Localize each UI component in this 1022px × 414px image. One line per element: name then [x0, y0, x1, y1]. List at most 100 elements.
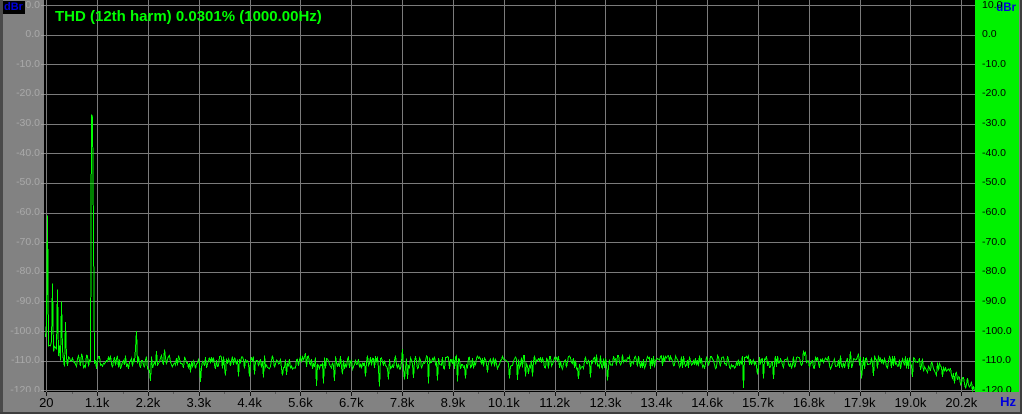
y-axis-tick-label: -10.0 — [0, 59, 40, 70]
x-axis-minor-tick — [783, 392, 784, 394]
x-axis-minor-tick — [123, 392, 124, 394]
y-axis-tick-label: -100.0 — [0, 326, 40, 337]
y-axis-tick-mark — [41, 213, 44, 214]
bottom-axis-unit-label: Hz — [1000, 395, 1016, 409]
x-axis-major-tick — [707, 392, 708, 396]
spectrum-trace — [46, 115, 975, 392]
y-axis-tick-mark — [41, 331, 44, 332]
x-axis-minor-tick — [224, 392, 225, 394]
x-axis-minor-tick — [580, 392, 581, 394]
window-left-edge — [0, 0, 3, 414]
x-axis-minor-tick — [326, 392, 327, 394]
x-axis-major-tick — [555, 392, 556, 396]
y-axis-tick-mark — [41, 361, 44, 362]
x-axis-minor-tick — [275, 392, 276, 394]
y-axis-tick-mark — [41, 64, 44, 65]
spectrum-analyzer-window: THD (12th harm) 0.0301% (1000.00Hz) 10.0… — [0, 0, 1022, 414]
y-axis-tick-mark — [41, 242, 44, 243]
x-axis-minor-tick — [885, 392, 886, 394]
x-axis-major-tick — [402, 392, 403, 396]
x-axis-major-tick — [199, 392, 200, 396]
spectrum-plot-svg — [44, 0, 975, 392]
x-axis-minor-tick — [834, 392, 835, 394]
x-axis-tick-label: 1.1k — [72, 396, 122, 410]
x-axis-major-tick — [504, 392, 505, 396]
meter-scale-label: -70.0 — [982, 237, 1006, 248]
meter-scale-label: -110.0 — [982, 355, 1011, 366]
y-axis-tick-label: -70.0 — [0, 237, 40, 248]
x-axis-tick-label: 17.9k — [835, 396, 885, 410]
grid-lines — [44, 0, 975, 392]
x-axis-tick-label: 7.8k — [377, 396, 427, 410]
meter-scale-label: -20.0 — [982, 88, 1006, 99]
x-axis-major-tick — [860, 392, 861, 396]
meter-scale-label: -10.0 — [982, 59, 1006, 70]
meter-scale-label: -40.0 — [982, 148, 1006, 159]
y-axis-tick-label: -60.0 — [0, 207, 40, 218]
meter-scale-label: -80.0 — [982, 266, 1006, 277]
y-axis-tick-mark — [41, 124, 44, 125]
thd-readout: THD (12th harm) 0.0301% (1000.00Hz) — [55, 8, 322, 25]
x-axis-tick-label: 14.6k — [682, 396, 732, 410]
y-axis-tick-label: -30.0 — [0, 118, 40, 129]
x-axis-major-tick — [453, 392, 454, 396]
y-axis-tick-label: -50.0 — [0, 177, 40, 188]
x-axis-major-tick — [351, 392, 352, 396]
meter-scale-label: 0.0 — [982, 29, 997, 40]
x-axis-tick-label: 5.6k — [275, 396, 325, 410]
x-axis-tick-label: 2.2k — [123, 396, 173, 410]
meter-scale-label: -100.0 — [982, 326, 1012, 337]
y-axis-tick-mark — [41, 183, 44, 184]
x-axis-tick-label: 4.4k — [225, 396, 275, 410]
meter-scale-label: -30.0 — [982, 118, 1006, 129]
x-axis-minor-tick — [733, 392, 734, 394]
x-axis-minor-tick — [428, 392, 429, 394]
x-axis-major-tick — [809, 392, 810, 396]
x-axis-tick-label: 10.1k — [479, 396, 529, 410]
y-axis-tick-mark — [41, 272, 44, 273]
x-axis-tick-label: 8.9k — [428, 396, 478, 410]
y-axis-tick-mark — [41, 301, 44, 302]
left-axis-unit-label: dBr — [2, 1, 25, 14]
x-axis-major-tick — [605, 392, 606, 396]
x-axis-tick-label: 15.7k — [733, 396, 783, 410]
x-axis-minor-tick — [682, 392, 683, 394]
x-axis-minor-tick — [377, 392, 378, 394]
x-axis-tick-label: 19.0k — [885, 396, 935, 410]
y-axis-tick-label: 0.0 — [0, 29, 40, 40]
x-axis-major-tick — [656, 392, 657, 396]
x-axis-minor-tick — [936, 392, 937, 394]
meter-scale-label: 10.0 — [982, 0, 1002, 11]
level-meter-bar: dBr 10.00.0-10.0-20.0-30.0-40.0-50.0-60.… — [975, 0, 1019, 392]
spectrum-plot-area: THD (12th harm) 0.0301% (1000.00Hz) — [44, 0, 975, 392]
meter-scale-label: -50.0 — [982, 177, 1006, 188]
x-axis-tick-label: 3.3k — [174, 396, 224, 410]
meter-scale-label: -60.0 — [982, 207, 1006, 218]
frequency-axis-bar: Hz 201.1k2.2k3.3k4.4k5.6k6.7k7.8k8.9k10.… — [0, 392, 1022, 414]
x-axis-tick-label: 20.2k — [936, 396, 986, 410]
y-axis-tick-label: -20.0 — [0, 88, 40, 99]
x-axis-major-tick — [97, 392, 98, 396]
x-axis-minor-tick — [631, 392, 632, 394]
x-axis-tick-label: 13.4k — [631, 396, 681, 410]
y-axis-tick-mark — [41, 390, 44, 391]
y-axis-tick-label: -90.0 — [0, 296, 40, 307]
left-db-axis: 10.00.0-10.0-20.0-30.0-40.0-50.0-60.0-70… — [0, 0, 40, 392]
x-axis-major-tick — [910, 392, 911, 396]
y-axis-tick-label: -80.0 — [0, 266, 40, 277]
y-axis-tick-label: -40.0 — [0, 148, 40, 159]
y-axis-tick-label: -110.0 — [0, 355, 40, 366]
x-axis-minor-tick — [529, 392, 530, 394]
x-axis-minor-tick — [72, 392, 73, 394]
x-axis-major-tick — [148, 392, 149, 396]
x-axis-tick-label: 20 — [21, 396, 71, 410]
x-axis-major-tick — [961, 392, 962, 396]
x-axis-minor-tick — [478, 392, 479, 394]
y-axis-tick-mark — [41, 94, 44, 95]
y-axis-tick-mark — [41, 5, 44, 6]
x-axis-tick-label: 11.2k — [530, 396, 580, 410]
x-axis-major-tick — [46, 392, 47, 396]
x-axis-tick-label: 12.3k — [580, 396, 630, 410]
x-axis-tick-label: 16.8k — [784, 396, 834, 410]
y-axis-tick-mark — [41, 153, 44, 154]
